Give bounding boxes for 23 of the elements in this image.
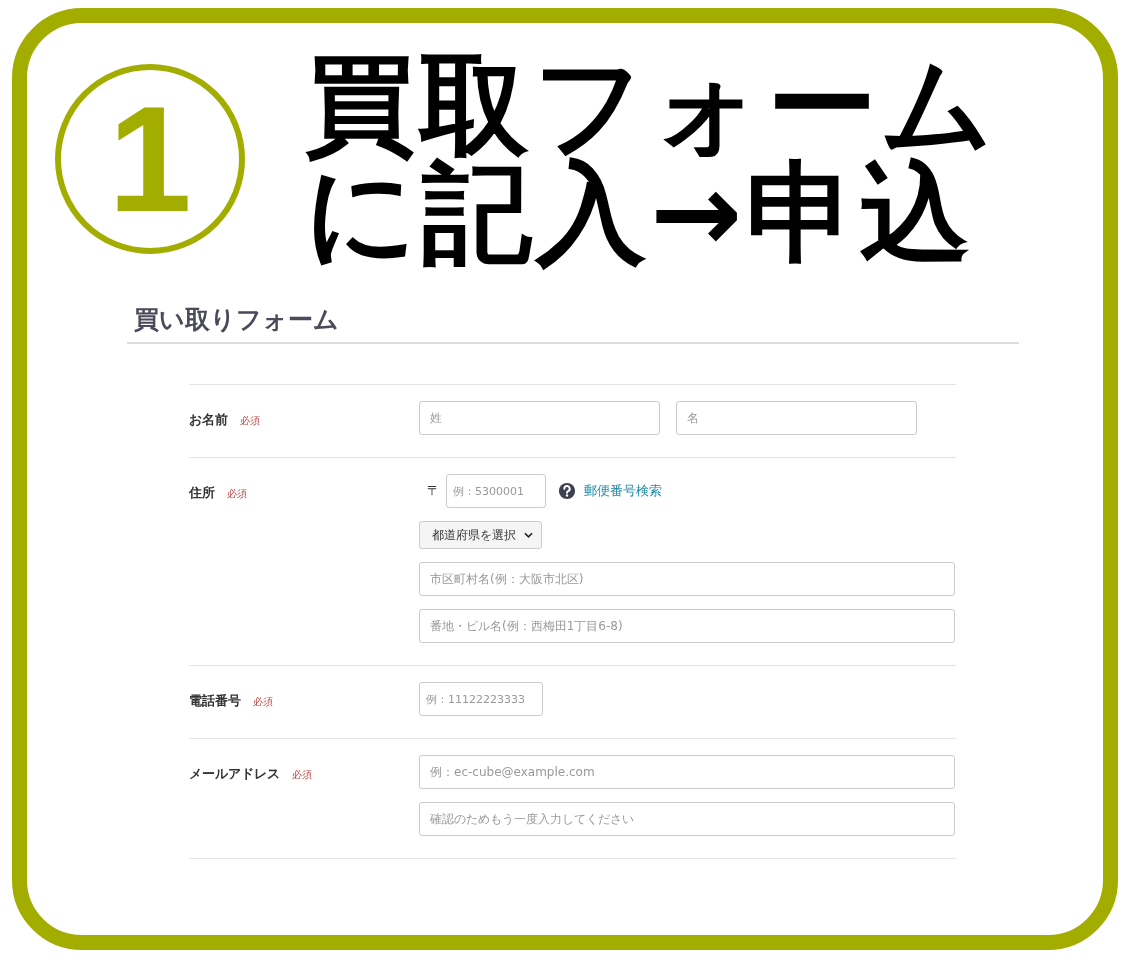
field-label: お名前 bbox=[189, 411, 228, 429]
field-label: メールアドレス bbox=[189, 765, 280, 783]
email-field[interactable]: 例：ec-cube@example.com bbox=[419, 755, 955, 789]
field-label: 電話番号 bbox=[189, 692, 241, 710]
input-field[interactable]: 番地・ビル名(例：西梅田1丁目6-8) bbox=[419, 609, 955, 643]
required-label: 必須 bbox=[292, 768, 312, 782]
required-label: 必須 bbox=[240, 414, 260, 428]
input-field[interactable]: 市区町村名(例：大阪市北区) bbox=[419, 562, 955, 596]
prefecture-select[interactable]: 都道府県を選択 bbox=[419, 521, 542, 549]
phone-field[interactable]: 例：11122223333 bbox=[419, 682, 543, 716]
help-icon[interactable] bbox=[558, 482, 576, 500]
chevron-icon bbox=[524, 532, 533, 538]
field-label: 住所 bbox=[189, 484, 215, 502]
input-field[interactable]: 姓 bbox=[419, 401, 660, 435]
postal-mark: 〒 bbox=[427, 482, 440, 500]
postal-code-field[interactable]: 例：5300001 bbox=[446, 474, 546, 508]
step-number: 1 bbox=[55, 64, 245, 254]
required-label: 必須 bbox=[253, 695, 273, 709]
input-field[interactable]: 名 bbox=[676, 401, 917, 435]
required-label: 必須 bbox=[227, 487, 247, 501]
postal-search-link[interactable]: 郵便番号検索 bbox=[584, 482, 662, 500]
email-field[interactable]: 確認のためもう一度入力してください bbox=[419, 802, 955, 836]
form-title: 買い取りフォーム bbox=[127, 303, 1019, 344]
